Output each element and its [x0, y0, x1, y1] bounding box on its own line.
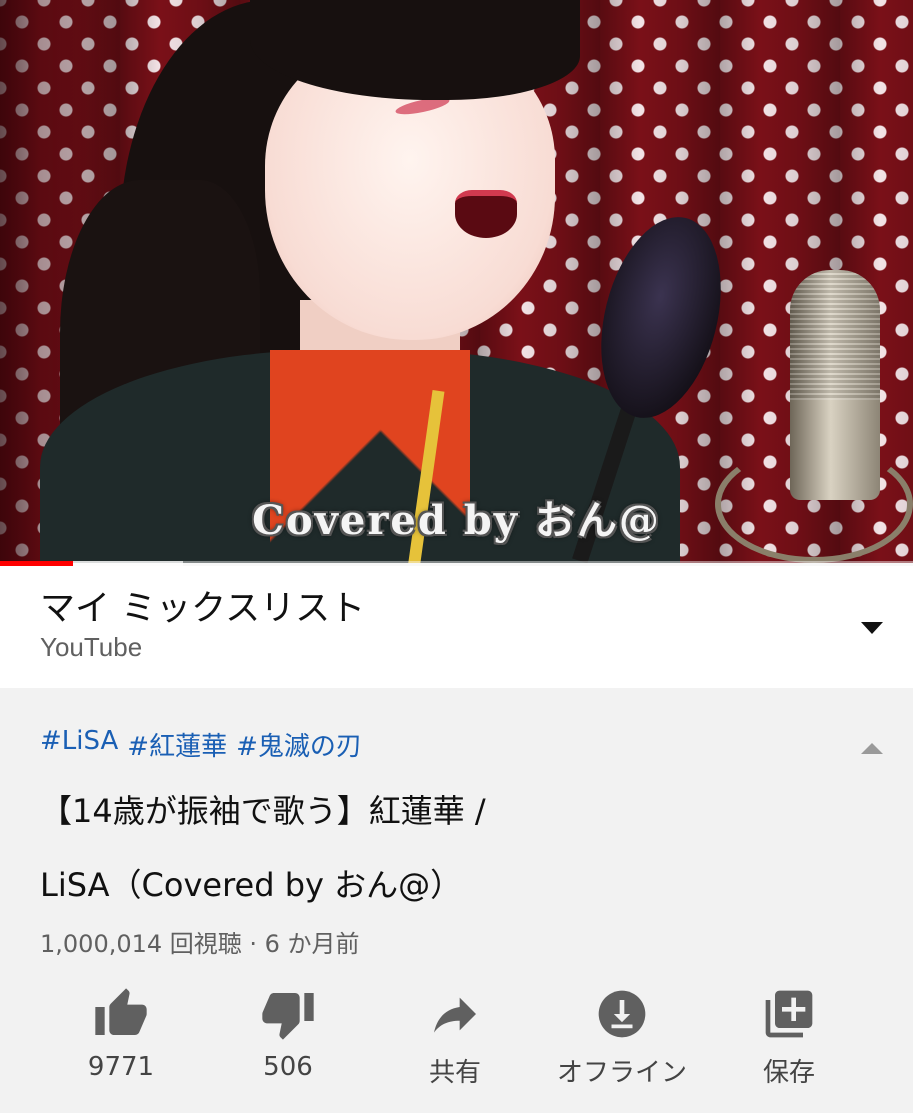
video-player[interactable]: Covered by おん@: [0, 0, 913, 563]
microphone-grille: [790, 270, 880, 400]
like-count: 9771: [87, 1052, 155, 1082]
dislike-button[interactable]: 506: [203, 986, 373, 1096]
expand-mix-button[interactable]: [855, 614, 889, 642]
download-icon: [594, 986, 650, 1042]
video-details: #LiSA #紅蓮華 #鬼滅の刃 【14歳が振袖で歌う】紅蓮華 / LiSA（C…: [0, 688, 913, 1113]
youtube-watch-page: Covered by おん@ マイ ミックスリスト YouTube #LiSA …: [0, 0, 913, 1113]
collapse-description-button[interactable]: [855, 736, 889, 760]
mix-list-header[interactable]: マイ ミックスリスト YouTube: [0, 566, 913, 688]
mix-list-title: マイ ミックスリスト: [40, 589, 366, 629]
hashtag-list: #LiSA #紅蓮華 #鬼滅の刃: [40, 726, 362, 763]
mix-list-source: YouTube: [40, 632, 143, 662]
share-icon: [427, 986, 483, 1042]
action-bar: 9771 506 共有 オフライン 保存: [0, 986, 913, 1096]
dislike-count: 506: [263, 1052, 313, 1082]
view-count-and-date: 1,000,014 回視聴 · 6 か月前: [40, 930, 360, 958]
offline-button[interactable]: オフライン: [537, 986, 707, 1096]
chevron-up-icon: [861, 742, 883, 754]
video-caption: Covered by おん@: [252, 497, 661, 544]
video-title-line-1: 【14歳が振袖で歌う】紅蓮華 /: [40, 792, 486, 830]
thumbs-up-icon: [93, 986, 149, 1042]
share-label: 共有: [428, 1058, 481, 1088]
add-to-playlist-icon: [761, 986, 817, 1042]
hashtag-link[interactable]: #LiSA: [40, 726, 118, 763]
save-label: 保存: [762, 1058, 815, 1088]
hashtag-link[interactable]: #紅蓮華: [127, 726, 227, 763]
share-button[interactable]: 共有: [370, 986, 540, 1096]
offline-label: オフライン: [556, 1058, 687, 1088]
video-title-line-2: LiSA（Covered by おん@）: [40, 866, 463, 904]
chevron-down-icon: [861, 622, 883, 634]
save-button[interactable]: 保存: [704, 986, 874, 1096]
hashtag-link[interactable]: #鬼滅の刃: [236, 726, 362, 763]
like-button[interactable]: 9771: [36, 986, 206, 1096]
thumbs-down-icon: [260, 986, 316, 1042]
singer-mouth: [455, 190, 517, 238]
